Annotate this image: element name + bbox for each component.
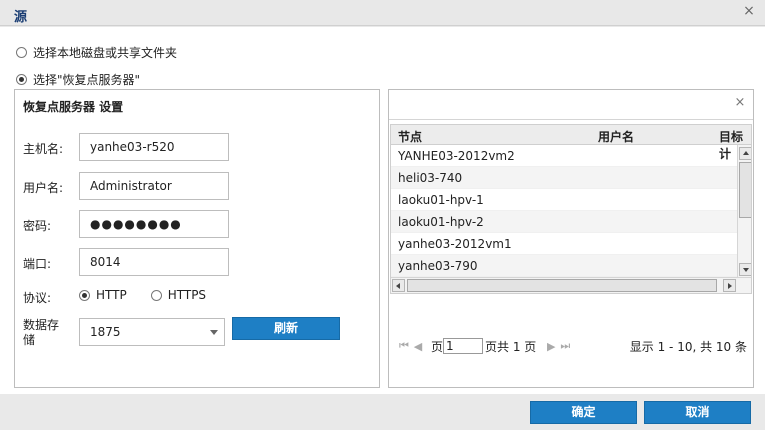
datastore-label-line2: 储	[23, 333, 36, 347]
chevron-down-icon[interactable]	[210, 330, 218, 335]
clear-icon[interactable]: ×	[733, 96, 747, 110]
rps-settings-panel: 恢复点服务器 设置 主机名: yanhe03-r520 用户名: Adminis…	[14, 89, 380, 388]
scroll-left-icon[interactable]	[392, 279, 405, 292]
radio-https[interactable]	[150, 289, 162, 301]
last-page-icon[interactable]: ⏭	[558, 339, 572, 353]
next-page-icon[interactable]: ▶	[544, 340, 558, 353]
node-list-panel: × 节点 用户名 目标计 YANHE03-2012vm2 heli03-740 …	[388, 89, 754, 388]
close-icon[interactable]: ×	[741, 3, 757, 19]
scroll-thumb[interactable]	[739, 162, 751, 218]
scroll-right-icon[interactable]	[723, 279, 736, 292]
datastore-select-value: 1875	[90, 325, 121, 339]
scroll-down-icon[interactable]	[739, 263, 751, 276]
table-row[interactable]: yanhe03-790	[391, 255, 737, 277]
source-option-local[interactable]: 选择本地磁盘或共享文件夹	[16, 44, 177, 61]
cancel-button[interactable]: 取消	[644, 401, 751, 424]
dialog-footer: 确定 取消	[0, 394, 765, 430]
node-grid: 节点 用户名 目标计 YANHE03-2012vm2 heli03-740 la…	[390, 124, 752, 294]
column-username[interactable]: 用户名	[598, 128, 634, 145]
datastore-label: 数据存 储	[23, 318, 59, 348]
radio-http[interactable]	[79, 289, 90, 301]
port-label: 端口:	[23, 257, 52, 271]
username-input[interactable]: Administrator	[79, 172, 229, 200]
password-input[interactable]: ●●●●●●●●	[79, 210, 229, 238]
scroll-up-icon[interactable]	[739, 147, 751, 160]
table-row[interactable]: laoku01-hpv-1	[391, 189, 737, 211]
page-number-input[interactable]: 1	[443, 338, 484, 354]
dialog-titlebar: 源 ×	[0, 0, 765, 26]
column-node[interactable]: 节点	[398, 128, 422, 145]
refresh-button[interactable]: 刷新	[232, 317, 340, 340]
row-node: laoku01-hpv-1	[398, 193, 484, 207]
radio-local[interactable]	[16, 47, 27, 58]
page-prefix: 页	[431, 339, 444, 354]
first-page-icon[interactable]: ⏮	[397, 339, 411, 353]
protocol-https-label: HTTPS	[167, 288, 207, 302]
row-node: yanhe03-790	[398, 259, 478, 273]
table-row[interactable]: heli03-740	[391, 167, 737, 189]
source-option-local-label: 选择本地磁盘或共享文件夹	[33, 46, 178, 60]
row-node: yanhe03-2012vm1	[398, 237, 512, 251]
pager-info: 显示 1 - 10, 共 10 条	[629, 339, 747, 354]
grid-header: 节点 用户名 目标计	[391, 125, 751, 161]
table-row[interactable]: laoku01-hpv-2	[391, 211, 737, 233]
hostname-input[interactable]: yanhe03-r520	[79, 133, 229, 161]
row-node: laoku01-hpv-2	[398, 215, 484, 229]
protocol-label: 协议:	[23, 291, 52, 305]
ok-button[interactable]: 确定	[530, 401, 637, 424]
hostname-label: 主机名:	[23, 142, 64, 156]
protocol-group: HTTP HTTPS	[79, 288, 206, 302]
vertical-scrollbar[interactable]	[737, 145, 751, 277]
row-node: heli03-740	[398, 171, 463, 185]
hscroll-thumb[interactable]	[407, 279, 717, 292]
port-input[interactable]: 8014	[79, 248, 229, 276]
page-total: 页共 1 页	[485, 339, 537, 354]
username-label: 用户名:	[23, 181, 64, 195]
horizontal-scrollbar[interactable]	[391, 277, 751, 293]
row-node: YANHE03-2012vm2	[398, 149, 515, 163]
node-filter-input[interactable]: ×	[389, 90, 753, 120]
pager: ⏮ ◀ 页 1 页共 1 页 ▶ ⏭ 显示 1 - 10, 共 10 条	[389, 334, 753, 358]
datastore-label-line1: 数据存	[23, 318, 60, 332]
prev-page-icon[interactable]: ◀	[411, 340, 425, 353]
radio-rps[interactable]	[16, 74, 27, 85]
table-row[interactable]: yanhe03-2012vm1	[391, 233, 737, 255]
source-option-rps[interactable]: 选择"恢复点服务器"	[16, 71, 140, 88]
datastore-select[interactable]: 1875	[79, 318, 225, 346]
password-label: 密码:	[23, 219, 52, 233]
source-option-rps-label: 选择"恢复点服务器"	[33, 73, 141, 87]
protocol-http-label: HTTP	[96, 288, 127, 302]
dialog-title: 源	[14, 10, 28, 25]
table-row[interactable]: YANHE03-2012vm2	[391, 145, 737, 167]
rps-settings-title: 恢复点服务器 设置	[23, 100, 124, 114]
